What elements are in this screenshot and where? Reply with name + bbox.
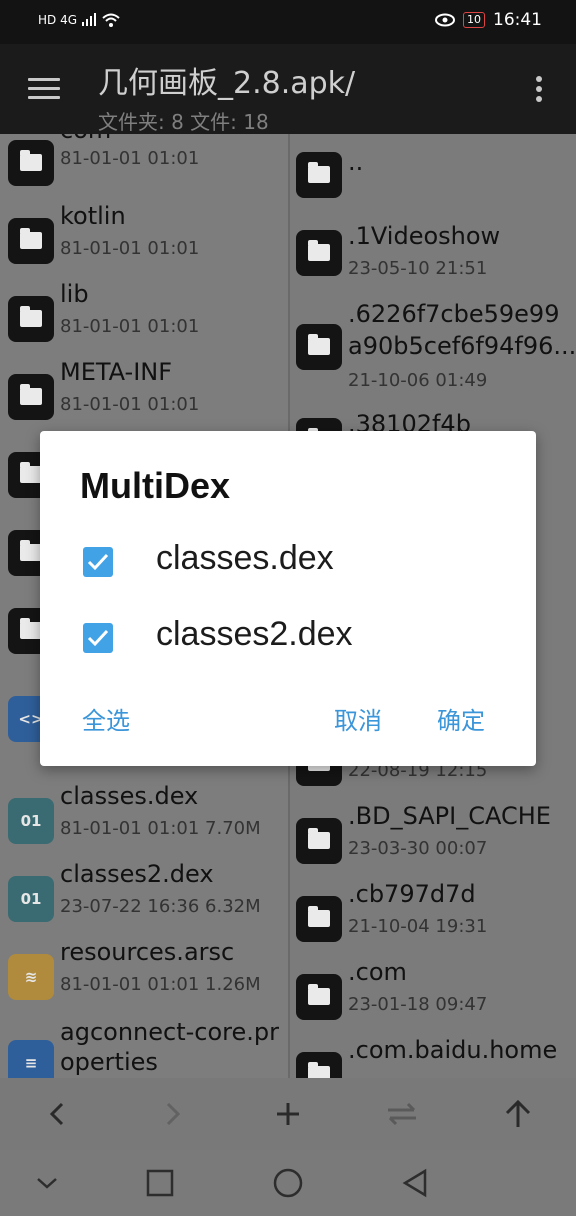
item-name: kotlin: [60, 202, 126, 230]
item-name: META-INF: [60, 358, 173, 386]
folder-file-count: 文件夹: 8 文件: 18: [98, 110, 269, 134]
item-meta: 23-07-22 16:36 6.32M: [60, 896, 261, 917]
document-icon: ≡: [8, 1040, 54, 1078]
list-item[interactable]: .6226f7cbe59e99 a90b5cef6f94f96... 21-10…: [290, 290, 576, 398]
folder-icon: [296, 896, 342, 942]
item-meta: 23-05-10 21:51: [348, 258, 488, 279]
list-item[interactable]: 01 classes2.dex 23-07-22 16:36 6.32M: [0, 858, 288, 936]
up-arrow-icon[interactable]: [498, 1096, 538, 1132]
item-meta: 23-03-30 00:07: [348, 838, 488, 859]
folder-icon: [296, 324, 342, 370]
option-classes-dex[interactable]: classes.dex: [80, 533, 500, 593]
app-bar: 几何画板_2.8.apk/ 文件夹: 8 文件: 18: [0, 44, 576, 134]
system-nav-bar: [0, 1150, 576, 1216]
list-item[interactable]: .cb797d7d 21-10-04 19:31: [290, 878, 576, 956]
item-meta: 81-01-01 01:01: [60, 316, 200, 337]
select-all-button[interactable]: 全选: [82, 701, 130, 736]
chevron-down-icon[interactable]: [30, 1166, 64, 1200]
signal-icon: [82, 13, 97, 26]
forward-arrow-icon[interactable]: [152, 1096, 192, 1132]
item-name: classes.dex: [60, 782, 199, 810]
folder-icon: [296, 1052, 342, 1078]
item-meta: 81-01-01 01:01 7.70M: [60, 818, 261, 839]
option-label: classes.dex: [156, 539, 334, 577]
list-item[interactable]: .BD_SAPI_CACHE 23-03-30 00:07: [290, 800, 576, 878]
recents-square-icon[interactable]: [143, 1166, 177, 1200]
menu-icon[interactable]: [28, 78, 60, 100]
item-name: agconnect-core.pr: [60, 1018, 279, 1046]
item-meta: 81-01-01 01:01 1.26M: [60, 974, 261, 995]
option-label: classes2.dex: [156, 615, 353, 653]
list-item[interactable]: com 81-01-01 01:01: [0, 134, 288, 200]
multidex-dialog: MultiDex classes.dex classes2.dex 全选 取消 …: [40, 431, 536, 766]
list-item[interactable]: .com.baidu.home: [290, 1034, 576, 1078]
list-item[interactable]: META-INF 81-01-01 01:01: [0, 356, 288, 434]
status-bar: HD 4G 10 16:41: [0, 0, 576, 44]
item-meta: 21-10-04 19:31: [348, 916, 488, 937]
page-title: 几何画板_2.8.apk/: [98, 66, 356, 101]
item-name: .6226f7cbe59e99: [348, 300, 560, 328]
battery-icon: 10: [463, 12, 485, 28]
item-name: .BD_SAPI_CACHE: [348, 802, 551, 830]
folder-icon: [296, 152, 342, 198]
item-name: classes2.dex: [60, 860, 214, 888]
folder-icon: [8, 218, 54, 264]
item-name: ..: [348, 148, 364, 176]
folder-icon: [8, 140, 54, 186]
ok-button[interactable]: 确定: [437, 701, 485, 736]
checkbox-checked[interactable]: [83, 623, 113, 653]
option-classes2-dex[interactable]: classes2.dex: [80, 609, 500, 669]
item-meta: 81-01-01 01:01: [60, 238, 200, 259]
item-name-cont: operties: [60, 1048, 158, 1076]
list-item[interactable]: ≋ resources.arsc 81-01-01 01:01 1.26M: [0, 936, 288, 1014]
folder-icon: [296, 230, 342, 276]
item-name: .1Videoshow: [348, 222, 501, 250]
more-options-icon[interactable]: [536, 76, 546, 106]
list-item[interactable]: .com 23-01-18 09:47: [290, 956, 576, 1034]
list-item[interactable]: lib 81-01-01 01:01: [0, 278, 288, 356]
checkbox-checked[interactable]: [83, 547, 113, 577]
cancel-button[interactable]: 取消: [334, 701, 382, 736]
plus-icon[interactable]: [268, 1096, 308, 1132]
network-indicator: HD 4G: [38, 13, 78, 27]
dex-file-icon: 01: [8, 876, 54, 922]
item-name: com: [60, 134, 111, 144]
bottom-toolbar: [0, 1078, 576, 1150]
wifi-icon: [102, 13, 120, 27]
folder-icon: [8, 374, 54, 420]
status-right: 10 16:41: [435, 10, 542, 30]
back-triangle-icon[interactable]: [398, 1166, 432, 1200]
list-item[interactable]: kotlin 81-01-01 01:01: [0, 200, 288, 278]
list-item[interactable]: ..: [290, 134, 576, 212]
eye-icon: [435, 13, 455, 27]
item-name: .com.baidu.home: [348, 1036, 558, 1064]
list-item[interactable]: 01 classes.dex 81-01-01 01:01 7.70M: [0, 780, 288, 858]
home-circle-icon[interactable]: [271, 1166, 305, 1200]
dialog-title: MultiDex: [80, 465, 231, 506]
back-arrow-icon[interactable]: [38, 1096, 78, 1132]
folder-icon: [296, 974, 342, 1020]
dex-file-icon: 01: [8, 798, 54, 844]
folder-icon: [296, 818, 342, 864]
item-meta: 23-01-18 09:47: [348, 994, 488, 1015]
list-item[interactable]: .1Videoshow 23-05-10 21:51: [290, 212, 576, 290]
item-meta: 81-01-01 01:01: [60, 148, 200, 169]
item-meta: 81-01-01 01:01: [60, 394, 200, 415]
item-name: lib: [60, 280, 89, 308]
list-item[interactable]: ≡ agconnect-core.pr operties: [0, 1018, 288, 1078]
folder-icon: [8, 296, 54, 342]
status-left: HD 4G: [38, 12, 121, 28]
item-name: .cb797d7d: [348, 880, 476, 908]
item-name: .com: [348, 958, 407, 986]
item-name-cont: a90b5cef6f94f96...: [348, 332, 576, 360]
clock: 16:41: [493, 10, 542, 30]
layers-icon: ≋: [8, 954, 54, 1000]
item-name: resources.arsc: [60, 938, 235, 966]
swap-icon[interactable]: [382, 1096, 422, 1132]
item-meta: 21-10-06 01:49: [348, 370, 488, 391]
